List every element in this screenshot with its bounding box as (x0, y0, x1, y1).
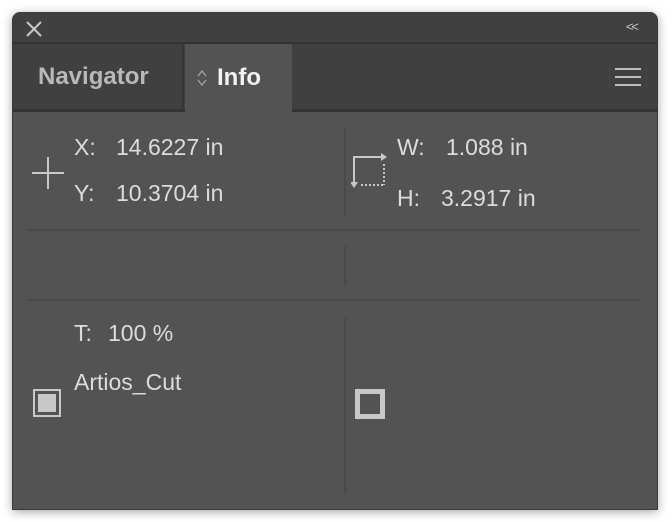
y-label: Y: (74, 180, 95, 206)
section-divider (27, 229, 641, 231)
y-value: 10.3704 in (116, 180, 224, 206)
column-divider (344, 128, 346, 216)
hamburger-menu-icon[interactable] (615, 68, 641, 92)
tab-info-label: Info (217, 64, 261, 91)
h-value: 3.2917 in (441, 185, 536, 211)
w-label: W: (397, 134, 425, 160)
h-label: H: (397, 185, 420, 211)
column-divider (344, 246, 346, 286)
info-content: X: 14.6227 in Y: 10.3704 in W: 1.088 in … (13, 112, 657, 509)
column-divider (344, 318, 346, 494)
x-label: X: (74, 134, 96, 160)
x-value: 14.6227 in (116, 134, 224, 160)
stroke-swatch-icon (355, 389, 385, 419)
tab-navigator[interactable]: Navigator (13, 44, 184, 110)
tab-navigator-label: Navigator (38, 63, 149, 90)
tab-info[interactable]: Info (185, 44, 292, 112)
tab-bar: Navigator Info (13, 44, 657, 112)
info-panel: << Navigator Info X: 14.6227 in Y: 10.37… (12, 12, 658, 510)
up-down-arrows-icon[interactable] (197, 69, 207, 87)
crosshair-icon (32, 157, 64, 189)
panel-titlebar[interactable]: << (13, 12, 657, 44)
fill-swatch-icon (33, 389, 61, 417)
collapse-panel-button[interactable]: << (626, 19, 639, 34)
tint-value: 100 % (108, 320, 174, 346)
swatch-name: Artios_Cut (74, 369, 182, 395)
close-icon[interactable] (25, 20, 43, 38)
w-value: 1.088 in (446, 134, 528, 160)
section-divider (27, 299, 641, 301)
dimensions-icon (351, 153, 387, 188)
tint-label: T: (74, 320, 92, 346)
